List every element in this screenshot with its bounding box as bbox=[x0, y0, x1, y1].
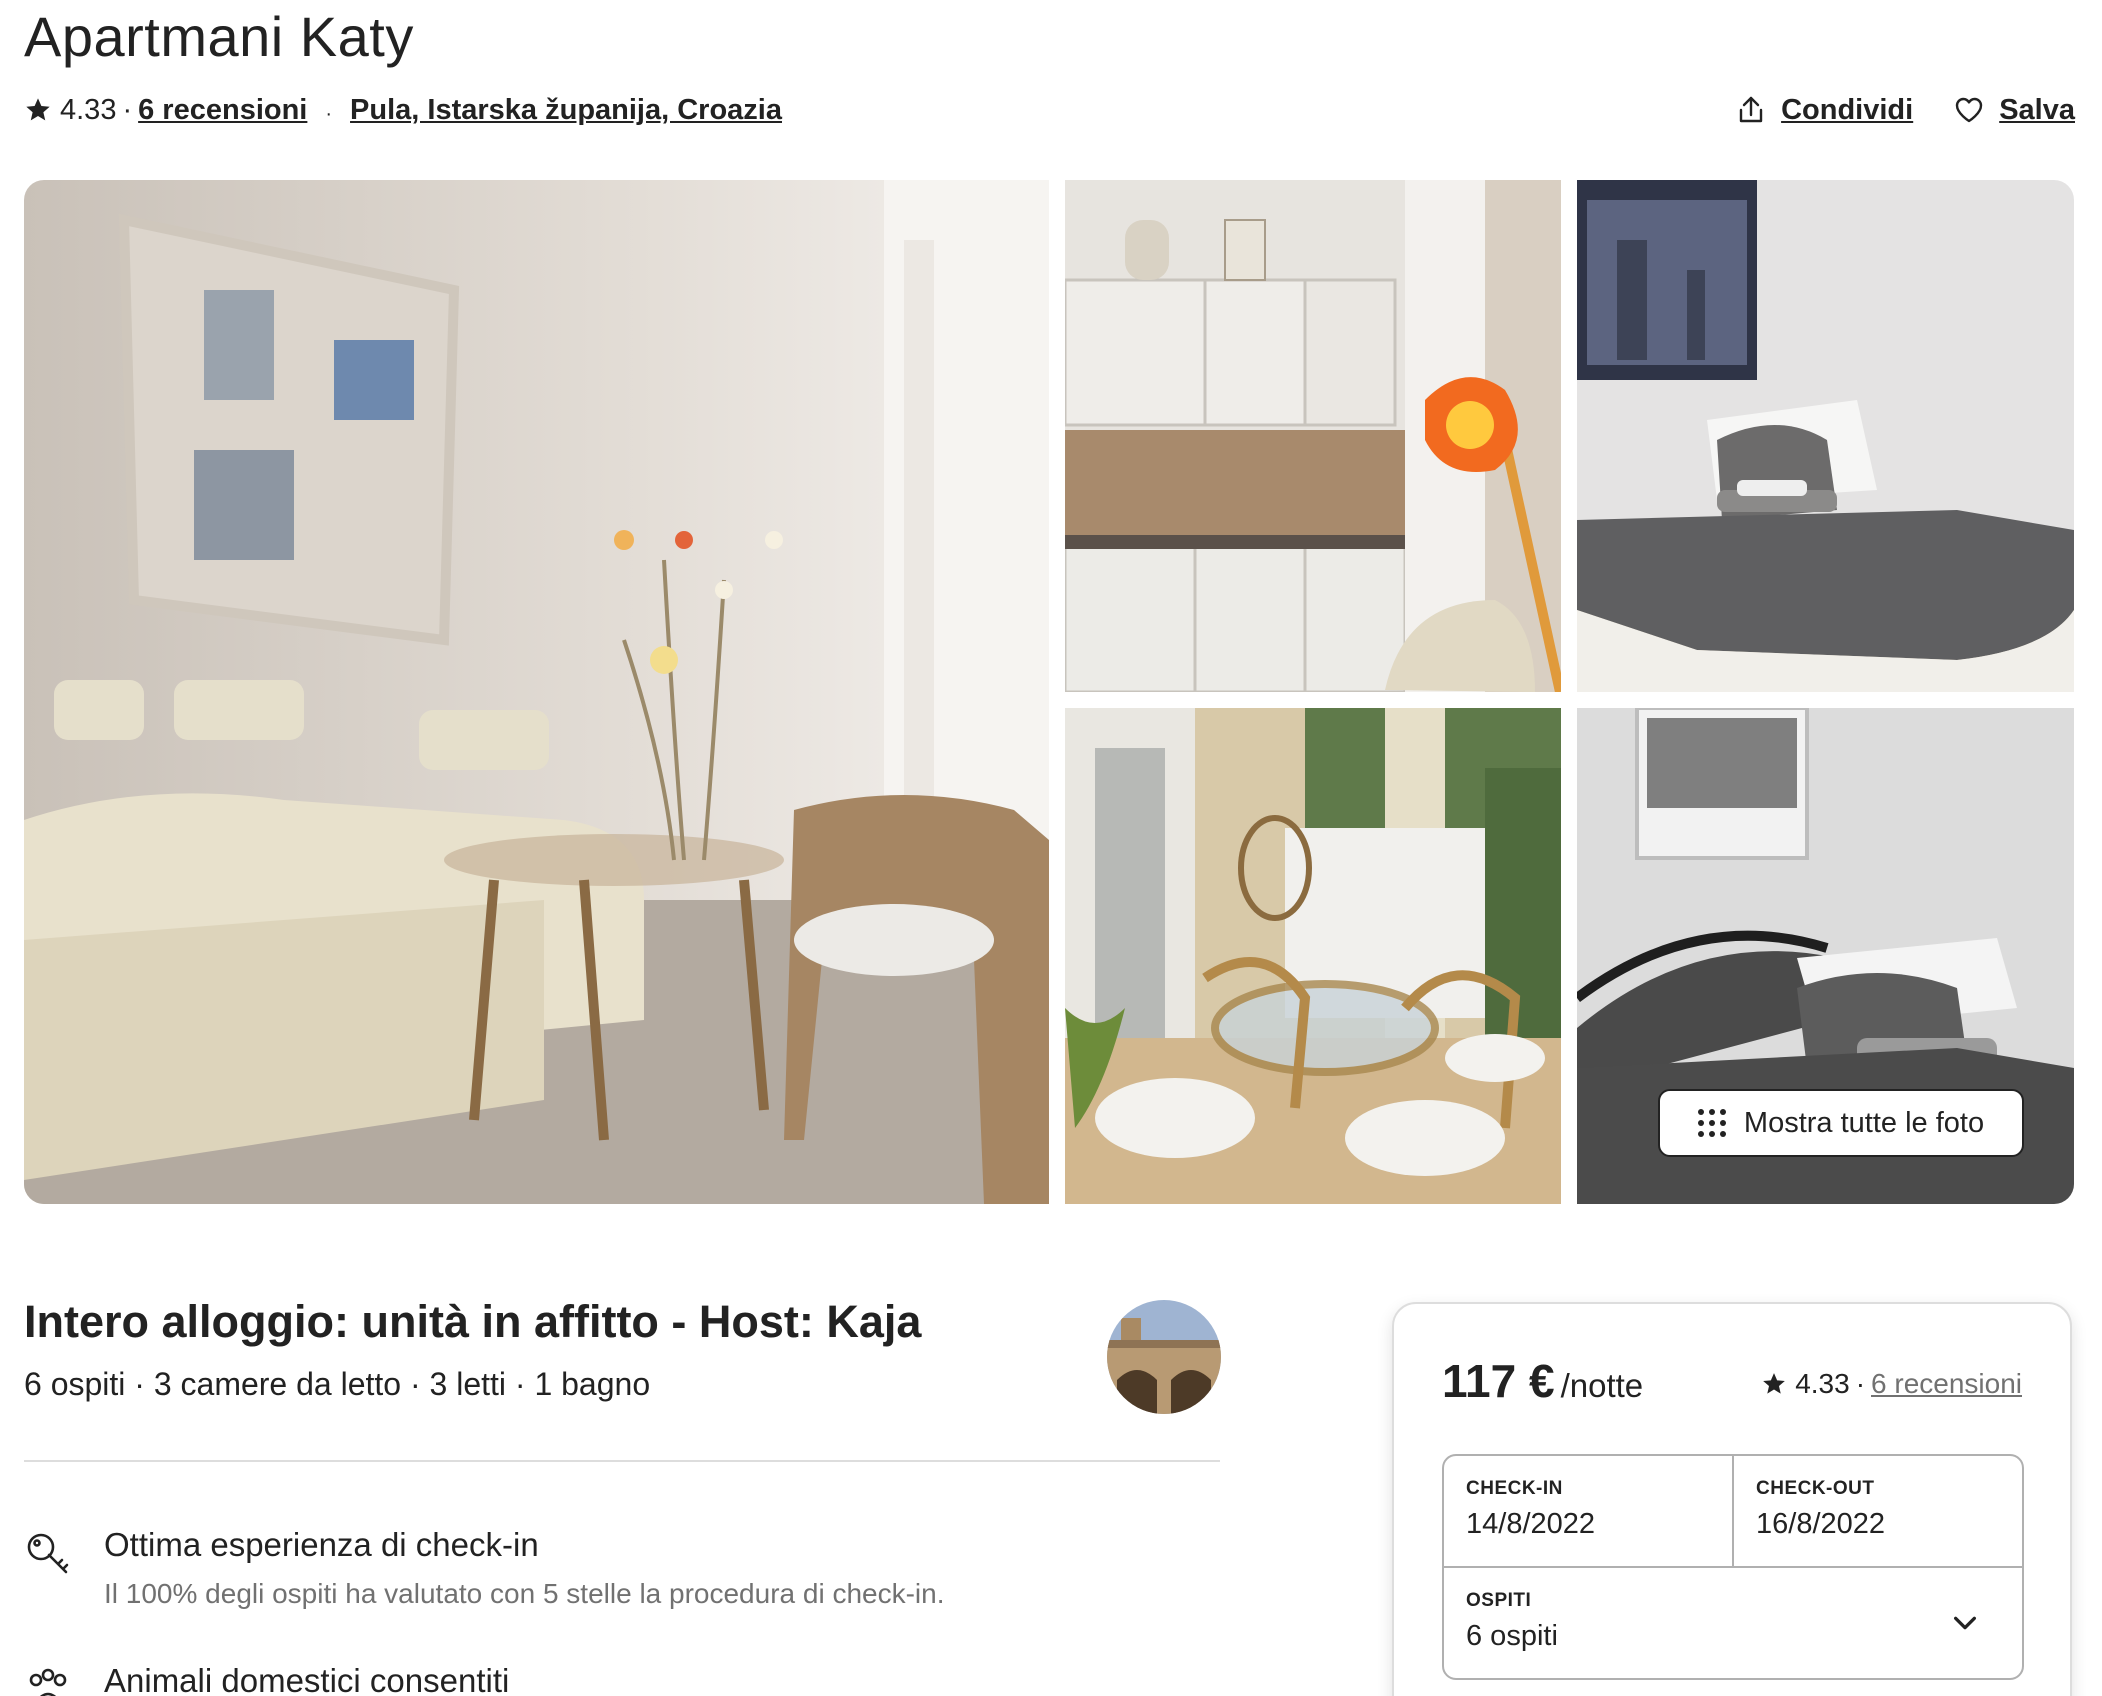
share-label: Condividi bbox=[1781, 93, 1914, 126]
show-all-photos-button[interactable]: Mostra tutte le foto bbox=[1658, 1089, 2024, 1157]
separator-dot: · bbox=[325, 102, 333, 125]
guests-label: OSPITI bbox=[1466, 1590, 1532, 1611]
feature-checkin: Ottima esperienza di check-in Il 100% de… bbox=[24, 1526, 945, 1610]
paw-icon bbox=[29, 1668, 67, 1696]
nightly-price: 117 € bbox=[1442, 1355, 1555, 1407]
save-button[interactable]: Salva bbox=[1953, 94, 2075, 127]
rating-value: 4.33 bbox=[60, 93, 117, 126]
booking-inputs: CHECK-IN 14/8/2022 CHECK-OUT 16/8/2022 O… bbox=[1442, 1454, 2024, 1680]
checkin-value: 14/8/2022 bbox=[1466, 1508, 1596, 1540]
photo-living-room[interactable] bbox=[24, 180, 1049, 1204]
booking-reviews-link[interactable]: 6 recensioni bbox=[1871, 1368, 2022, 1400]
section-divider bbox=[24, 1460, 1220, 1462]
photo-gallery bbox=[24, 180, 2074, 1204]
checkout-value: 16/8/2022 bbox=[1756, 1508, 1886, 1540]
checkout-field[interactable]: CHECK-OUT 16/8/2022 bbox=[1734, 1456, 2024, 1566]
location-link[interactable]: Pula, Istarska županija, Croazia bbox=[350, 94, 782, 127]
listing-heading: Intero alloggio: unità in affitto - Host… bbox=[24, 1296, 922, 1347]
feature-description: Il 100% degli ospiti ha valutato con 5 s… bbox=[104, 1578, 945, 1609]
guests-value: 6 ospiti bbox=[1466, 1620, 1558, 1652]
photo-kitchen[interactable] bbox=[1065, 180, 1561, 692]
chevron-down-icon bbox=[1954, 1616, 1976, 1630]
listing-summary: 6 ospiti · 3 camere da letto · 3 letti ·… bbox=[24, 1366, 651, 1402]
listing-subheader: 4.33 · 6 recensioni · Pula, Istarska žup… bbox=[24, 88, 782, 132]
feature-pets: Animali domestici consentiti bbox=[24, 1662, 509, 1696]
star-icon bbox=[26, 98, 50, 121]
heart-icon bbox=[1956, 97, 1983, 123]
reviews-link[interactable]: 6 recensioni bbox=[138, 94, 307, 127]
booking-rating-value: 4.33 bbox=[1795, 1368, 1850, 1399]
booking-card: 117 €/notte 4.33 · 6 recensioni CHECK-IN… bbox=[1392, 1302, 2072, 1696]
listing-actions: Condividi Salva bbox=[1735, 88, 2075, 132]
checkin-field[interactable]: CHECK-IN 14/8/2022 bbox=[1444, 1456, 1734, 1566]
show-all-photos-label: Mostra tutte le foto bbox=[1743, 1106, 1985, 1139]
separator-dot: · bbox=[1855, 1368, 1866, 1399]
photo-terrace[interactable] bbox=[1065, 708, 1561, 1204]
checkin-label: CHECK-IN bbox=[1466, 1478, 1563, 1499]
host-avatar[interactable] bbox=[1107, 1300, 1221, 1414]
key-icon bbox=[27, 1533, 69, 1574]
price-unit: /notte bbox=[1560, 1367, 1644, 1404]
grid-icon bbox=[1697, 1109, 1726, 1137]
photo-bedroom[interactable] bbox=[1577, 180, 2074, 692]
feature-title: Animali domestici consentiti bbox=[104, 1662, 510, 1696]
star-icon bbox=[1763, 1373, 1786, 1394]
listing-title: Apartmani Katy bbox=[24, 5, 414, 68]
separator-dot: · bbox=[122, 93, 133, 126]
feature-title: Ottima esperienza di check-in bbox=[104, 1526, 539, 1563]
price-row: 117 €/notte 4.33 · 6 recensioni bbox=[1442, 1354, 2022, 1408]
save-label: Salva bbox=[1999, 93, 2075, 126]
share-icon bbox=[1739, 96, 1763, 123]
checkout-label: CHECK-OUT bbox=[1756, 1478, 1875, 1499]
share-button[interactable]: Condividi bbox=[1735, 94, 1913, 127]
booking-rating: 4.33 · 6 recensioni bbox=[1761, 1368, 2022, 1400]
guests-select[interactable]: OSPITI 6 ospiti bbox=[1444, 1566, 2022, 1680]
